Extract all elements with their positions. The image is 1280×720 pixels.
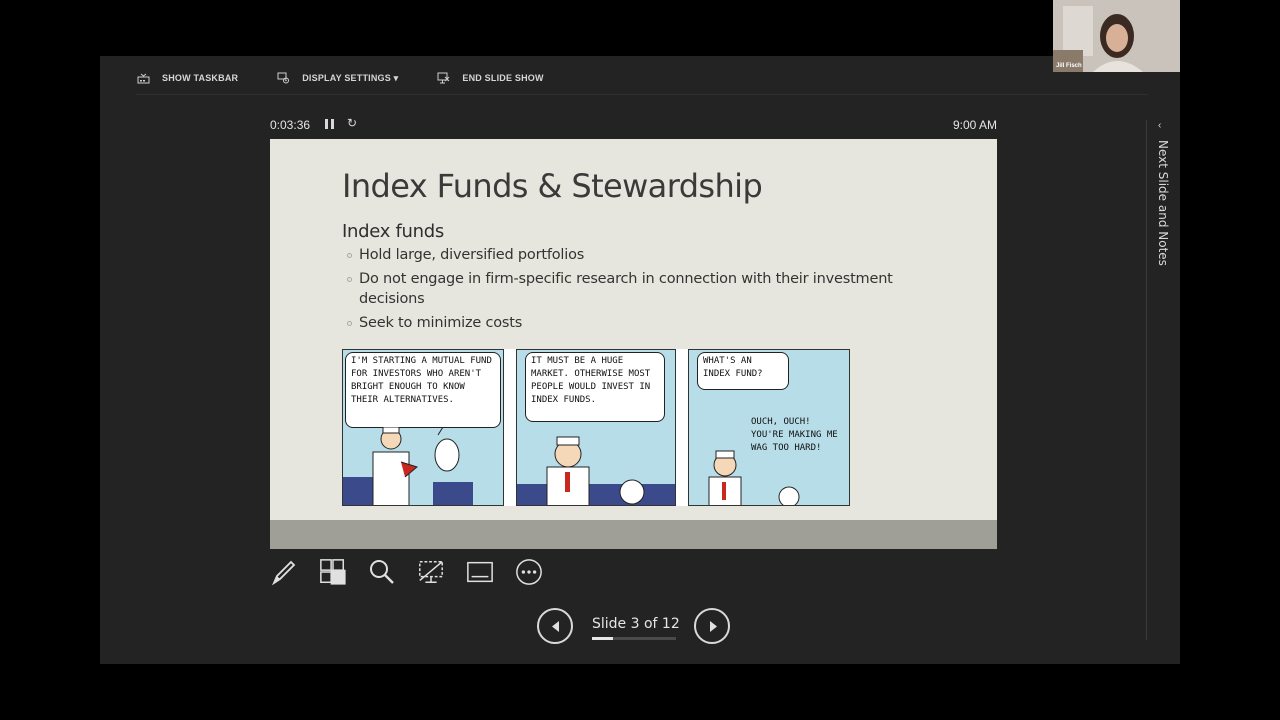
comic-art-1 <box>343 427 473 505</box>
dilbert-comic: I'm starting a mutual fund for investors… <box>342 349 850 506</box>
speech-bubble: I'm starting a mutual fund for investors… <box>345 352 501 428</box>
bullet-text: Do not engage in firm-specific research … <box>359 271 893 307</box>
taskbar-icon <box>136 72 150 84</box>
end-slide-show-label: END SLIDE SHOW <box>462 73 544 83</box>
speech-bubble: It must be a huge market. Otherwise most… <box>525 352 665 422</box>
slide-progress-bar <box>592 637 676 640</box>
next-slide-button[interactable] <box>694 608 730 644</box>
current-slide[interactable]: Index Funds & Stewardship Index funds Ho… <box>270 139 997 549</box>
next-slide-and-notes-toggle[interactable]: Next Slide and Notes <box>1156 140 1170 266</box>
end-show-icon <box>436 72 450 84</box>
end-slide-show-button[interactable]: END SLIDE SHOW <box>436 70 543 86</box>
webcam-thumbnail: Jill Fisch <box>1053 0 1180 72</box>
subtitles-icon[interactable] <box>466 556 494 588</box>
bullet-text: Seek to minimize costs <box>359 315 523 331</box>
slide-footer-bar <box>270 520 997 549</box>
clock: 9:00 AM <box>952 118 997 132</box>
bullet-icon <box>347 277 352 282</box>
bullet-icon <box>347 321 352 326</box>
black-screen-icon[interactable] <box>417 556 445 588</box>
pause-timer-icon[interactable] <box>325 119 334 129</box>
slide-subheading: Index funds <box>342 221 444 242</box>
comic-panel-3: What's an index fund? Ouch, ouch! You're… <box>688 349 850 506</box>
slide-progress-fill <box>592 637 613 640</box>
timer-row: 0:03:36 ↻ 9:00 AM <box>270 116 997 134</box>
participant-name: Jill Fisch <box>1056 63 1082 69</box>
bullet-list: Hold large, diversified portfolios Do no… <box>346 245 926 337</box>
bullet-text: Hold large, diversified portfolios <box>359 247 585 263</box>
show-taskbar-button[interactable]: SHOW TASKBAR <box>136 70 238 86</box>
comic-panel-2: It must be a huge market. Otherwise most… <box>516 349 676 506</box>
triangle-left-icon <box>552 621 559 632</box>
show-taskbar-label: SHOW TASKBAR <box>162 73 239 83</box>
bullet-item: Seek to minimize costs <box>346 313 926 333</box>
bullet-item: Hold large, diversified portfolios <box>346 245 926 265</box>
display-settings-label: DISPLAY SETTINGS ▾ <box>302 72 399 83</box>
see-all-slides-icon[interactable] <box>319 556 347 588</box>
presenter-toolbar: SHOW TASKBAR DISPLAY SETTINGS ▾ END SLID… <box>136 70 544 86</box>
previous-slide-button[interactable] <box>537 608 573 644</box>
comic-panel-1: I'm starting a mutual fund for investors… <box>342 349 504 506</box>
slide-counter[interactable]: Slide 3 of 12 <box>592 616 680 632</box>
presenter-tools <box>270 556 543 588</box>
presenter-view: SHOW TASKBAR DISPLAY SETTINGS ▾ END SLID… <box>100 56 1180 664</box>
elapsed-timer: 0:03:36 <box>270 118 311 132</box>
pen-icon[interactable] <box>270 556 298 588</box>
slide-title: Index Funds & Stewardship <box>342 167 763 205</box>
toolbar-divider <box>136 94 1148 95</box>
next-slide-panel: ‹ Next Slide and Notes <box>1144 120 1172 640</box>
display-settings-button[interactable]: DISPLAY SETTINGS ▾ <box>276 70 398 86</box>
bullet-item: Do not engage in firm-specific research … <box>346 269 926 309</box>
webcam-video <box>1053 0 1180 72</box>
display-settings-icon <box>276 72 290 84</box>
expand-panel-icon[interactable]: ‹ <box>1158 120 1161 131</box>
speech-bubble: What's an index fund? <box>697 352 789 390</box>
comic-art-2 <box>517 436 675 505</box>
comic-art-3 <box>708 450 800 505</box>
side-panel-divider <box>1146 120 1147 640</box>
triangle-right-icon <box>710 621 717 632</box>
zoom-icon[interactable] <box>368 556 396 588</box>
slide-navigation: Slide 3 of 12 <box>537 608 730 644</box>
reset-timer-icon[interactable]: ↻ <box>347 116 357 130</box>
more-options-icon[interactable] <box>515 556 543 588</box>
bullet-icon <box>347 253 352 258</box>
